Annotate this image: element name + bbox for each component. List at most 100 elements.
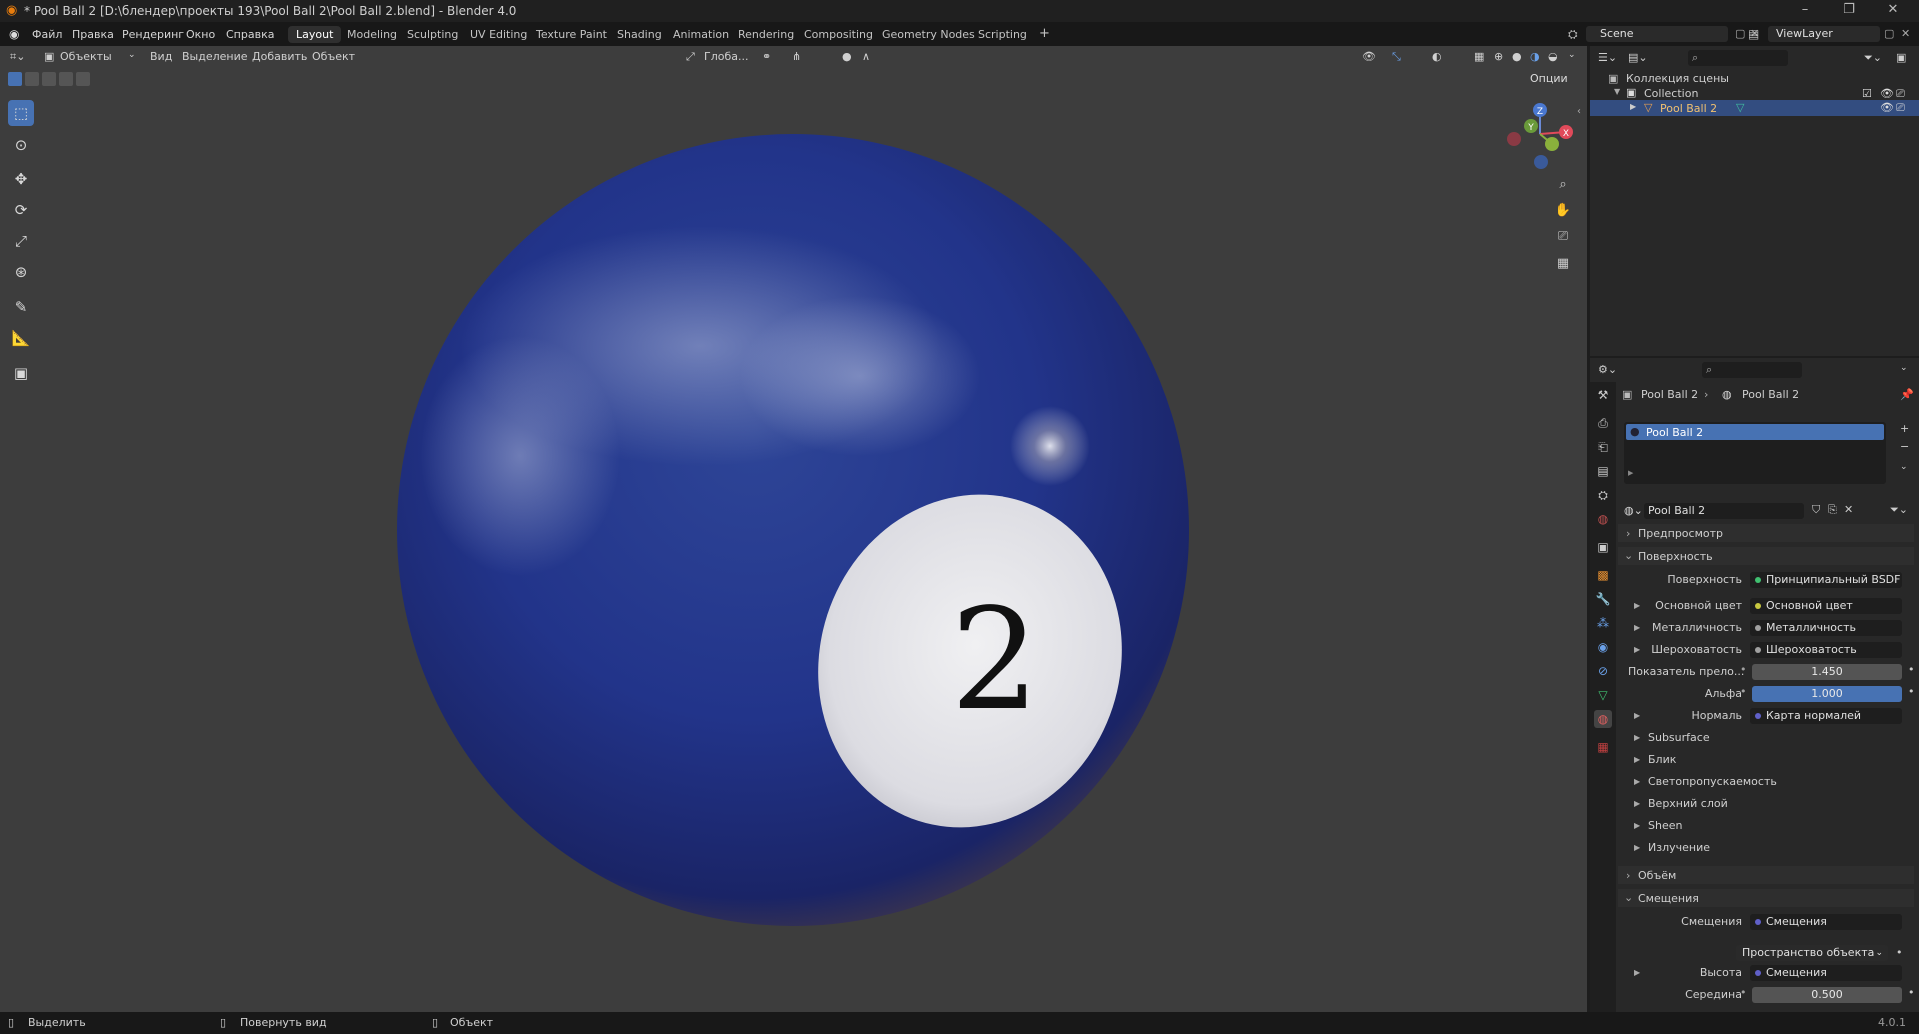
particles-tab-icon[interactable]: ⁂ [1594,614,1612,632]
modifier-tab-icon[interactable]: 🔧 [1594,590,1612,608]
solid-shading-icon[interactable]: ● [1512,50,1522,63]
tab-uv-editing[interactable]: UV Editing [462,26,535,43]
subpanel-specular-icon[interactable]: ▶ [1634,755,1640,764]
orientation-selector[interactable]: Глоба... [704,50,748,63]
menu-render[interactable]: Рендеринг [122,28,184,41]
gizmo-icon[interactable]: ⤡ [1392,50,1401,64]
view-layer-new-icon[interactable]: ▢ [1884,27,1894,40]
menu-select[interactable]: Выделение [182,50,248,63]
chevron-down-icon[interactable]: ⌄ [128,50,136,60]
slot-menu-icon[interactable]: ⌄ [1900,462,1908,472]
properties-options-icon[interactable]: ⌄ [1900,363,1908,373]
midlevel-socket-icon[interactable]: • [1740,986,1747,999]
add-workspace-icon[interactable]: + [1031,24,1058,41]
subpanel-emission[interactable]: Излучение [1648,841,1710,854]
object-eye-icon[interactable]: 👁 [1880,101,1894,114]
mode-selector[interactable]: Объекты [60,50,112,63]
view-layer-icon[interactable]: ▤ [1748,27,1759,41]
rendered-shading-icon[interactable]: ◒ [1548,50,1558,63]
displacement-space-dropdown[interactable]: Пространство объекта ⌄ [1736,945,1888,961]
editor-type-icon[interactable]: ⌗⌄ [10,50,25,64]
collection-eye-icon[interactable]: 👁 [1880,87,1894,100]
select-new-icon[interactable] [8,72,22,86]
overlay-icon[interactable]: ◐ [1432,50,1442,63]
fake-user-icon[interactable]: ⛉ [1812,503,1820,517]
measure-tool-icon[interactable]: 📐 [8,325,34,351]
subpanel-sheen-icon[interactable]: ▶ [1634,821,1640,830]
material-name-field[interactable]: Pool Ball 2 [1644,503,1804,519]
outliner-search-input[interactable]: ⌕ [1688,50,1788,66]
outliner-editor-icon[interactable]: ☰⌄ [1598,51,1617,64]
scale-tool-icon[interactable]: ⤢ [8,228,34,254]
duplicate-material-icon[interactable]: ⎘ [1828,503,1837,517]
subpanel-transmission[interactable]: Светопропускаемость [1648,775,1777,788]
proportional-edit-icon[interactable]: ● [842,50,852,63]
neg-z-axis-icon[interactable] [1534,155,1548,169]
add-cube-tool-icon[interactable]: ▣ [8,360,34,386]
object-tab-icon[interactable]: ▩ [1594,566,1612,584]
tab-shading[interactable]: Shading [609,26,670,43]
outliner-display-mode-icon[interactable]: ▤⌄ [1628,51,1648,64]
snap-icon[interactable]: ⋔ [792,50,801,63]
collection-tab-icon[interactable]: ▣ [1594,538,1612,556]
subpanel-sheen[interactable]: Sheen [1648,819,1682,832]
tab-geometry-nodes[interactable]: Geometry Nodes [874,26,983,43]
close-icon[interactable]: ✕ [1873,2,1913,17]
menu-view[interactable]: Вид [150,50,172,63]
alpha-socket-icon[interactable]: • [1740,685,1747,698]
3d-viewport[interactable]: 2 [0,46,1587,1012]
select-invert-icon[interactable] [59,72,73,86]
midlevel-keyframe-icon[interactable]: • [1908,986,1915,999]
menu-add[interactable]: Добавить [252,50,307,63]
view-layer-remove-icon[interactable]: ✕ [1901,27,1910,40]
minimize-icon[interactable]: – [1785,2,1825,17]
alpha-keyframe-icon[interactable]: • [1908,685,1915,698]
collection-checkbox-icon[interactable]: ☑ [1862,87,1872,100]
menu-help[interactable]: Справка [226,28,274,41]
displacement-field[interactable]: Смещения [1750,914,1902,930]
world-tab-icon[interactable]: ◍ [1594,510,1612,528]
tab-compositing[interactable]: Compositing [796,26,881,43]
menu-object[interactable]: Объект [312,50,355,63]
sidebar-toggle-icon[interactable]: ‹ [1577,106,1581,117]
menu-file[interactable]: Файл [32,28,62,41]
collection-camera-icon[interactable]: ⎚ [1896,87,1905,101]
tab-texture-paint[interactable]: Texture Paint [528,26,615,43]
selection-mode-buttons[interactable] [8,72,92,88]
select-box-tool-icon[interactable]: ⬚ [8,100,34,126]
select-extend-icon[interactable] [25,72,39,86]
input-base-color[interactable]: Основной цвет [1750,598,1902,614]
slot-expand-icon[interactable]: ▶ [1628,469,1633,477]
mesh-data-icon[interactable]: ▽ [1736,101,1744,114]
subpanel-subsurface-icon[interactable]: ▶ [1634,733,1640,742]
scene-new-icon[interactable]: ▢ [1735,27,1745,40]
move-tool-icon[interactable]: ✥ [8,166,34,192]
view-layer-tab-icon[interactable]: ▤ [1594,462,1612,480]
shading-options-icon[interactable]: ⌄ [1568,50,1576,60]
zoom-icon[interactable]: ⌕ [1552,174,1574,196]
input-metallic[interactable]: Металличность [1750,620,1902,636]
midlevel-field[interactable]: 0.500 [1752,987,1902,1003]
navigation-gizmo[interactable]: Z X Y [1500,98,1580,172]
texture-tab-icon[interactable]: ▦ [1594,738,1612,756]
panel-surface[interactable]: ⌄ Поверхность [1618,547,1914,565]
material-tab-icon[interactable]: ◍ [1594,710,1612,728]
material-slot-list[interactable]: ● Pool Ball 2 ▶ [1624,422,1886,484]
subpanel-coat-icon[interactable]: ▶ [1634,799,1640,808]
object-camera-icon[interactable]: ⎚ [1896,101,1905,115]
output-tab-icon[interactable]: ⎗ [1594,438,1612,456]
collection-expand-icon[interactable]: ▼ [1614,87,1620,96]
y-axis-icon[interactable] [1545,137,1559,151]
input-alpha[interactable]: 1.000 [1752,686,1902,702]
new-collection-icon[interactable]: ▣ [1896,51,1906,64]
subpanel-emission-icon[interactable]: ▶ [1634,843,1640,852]
xray-icon[interactable]: ▦ [1474,50,1484,63]
space-keyframe-icon[interactable]: • [1896,946,1903,959]
cursor-tool-icon[interactable]: ⊙ [8,132,34,158]
physics-tab-icon[interactable]: ◉ [1594,638,1612,656]
tab-modeling[interactable]: Modeling [339,26,405,43]
filter-icon[interactable]: ⏷⌄ [1864,51,1882,65]
subpanel-subsurface[interactable]: Subsurface [1648,731,1710,744]
height-field[interactable]: Смещения [1750,965,1902,981]
transform-tool-icon[interactable]: ⊛ [8,259,34,285]
